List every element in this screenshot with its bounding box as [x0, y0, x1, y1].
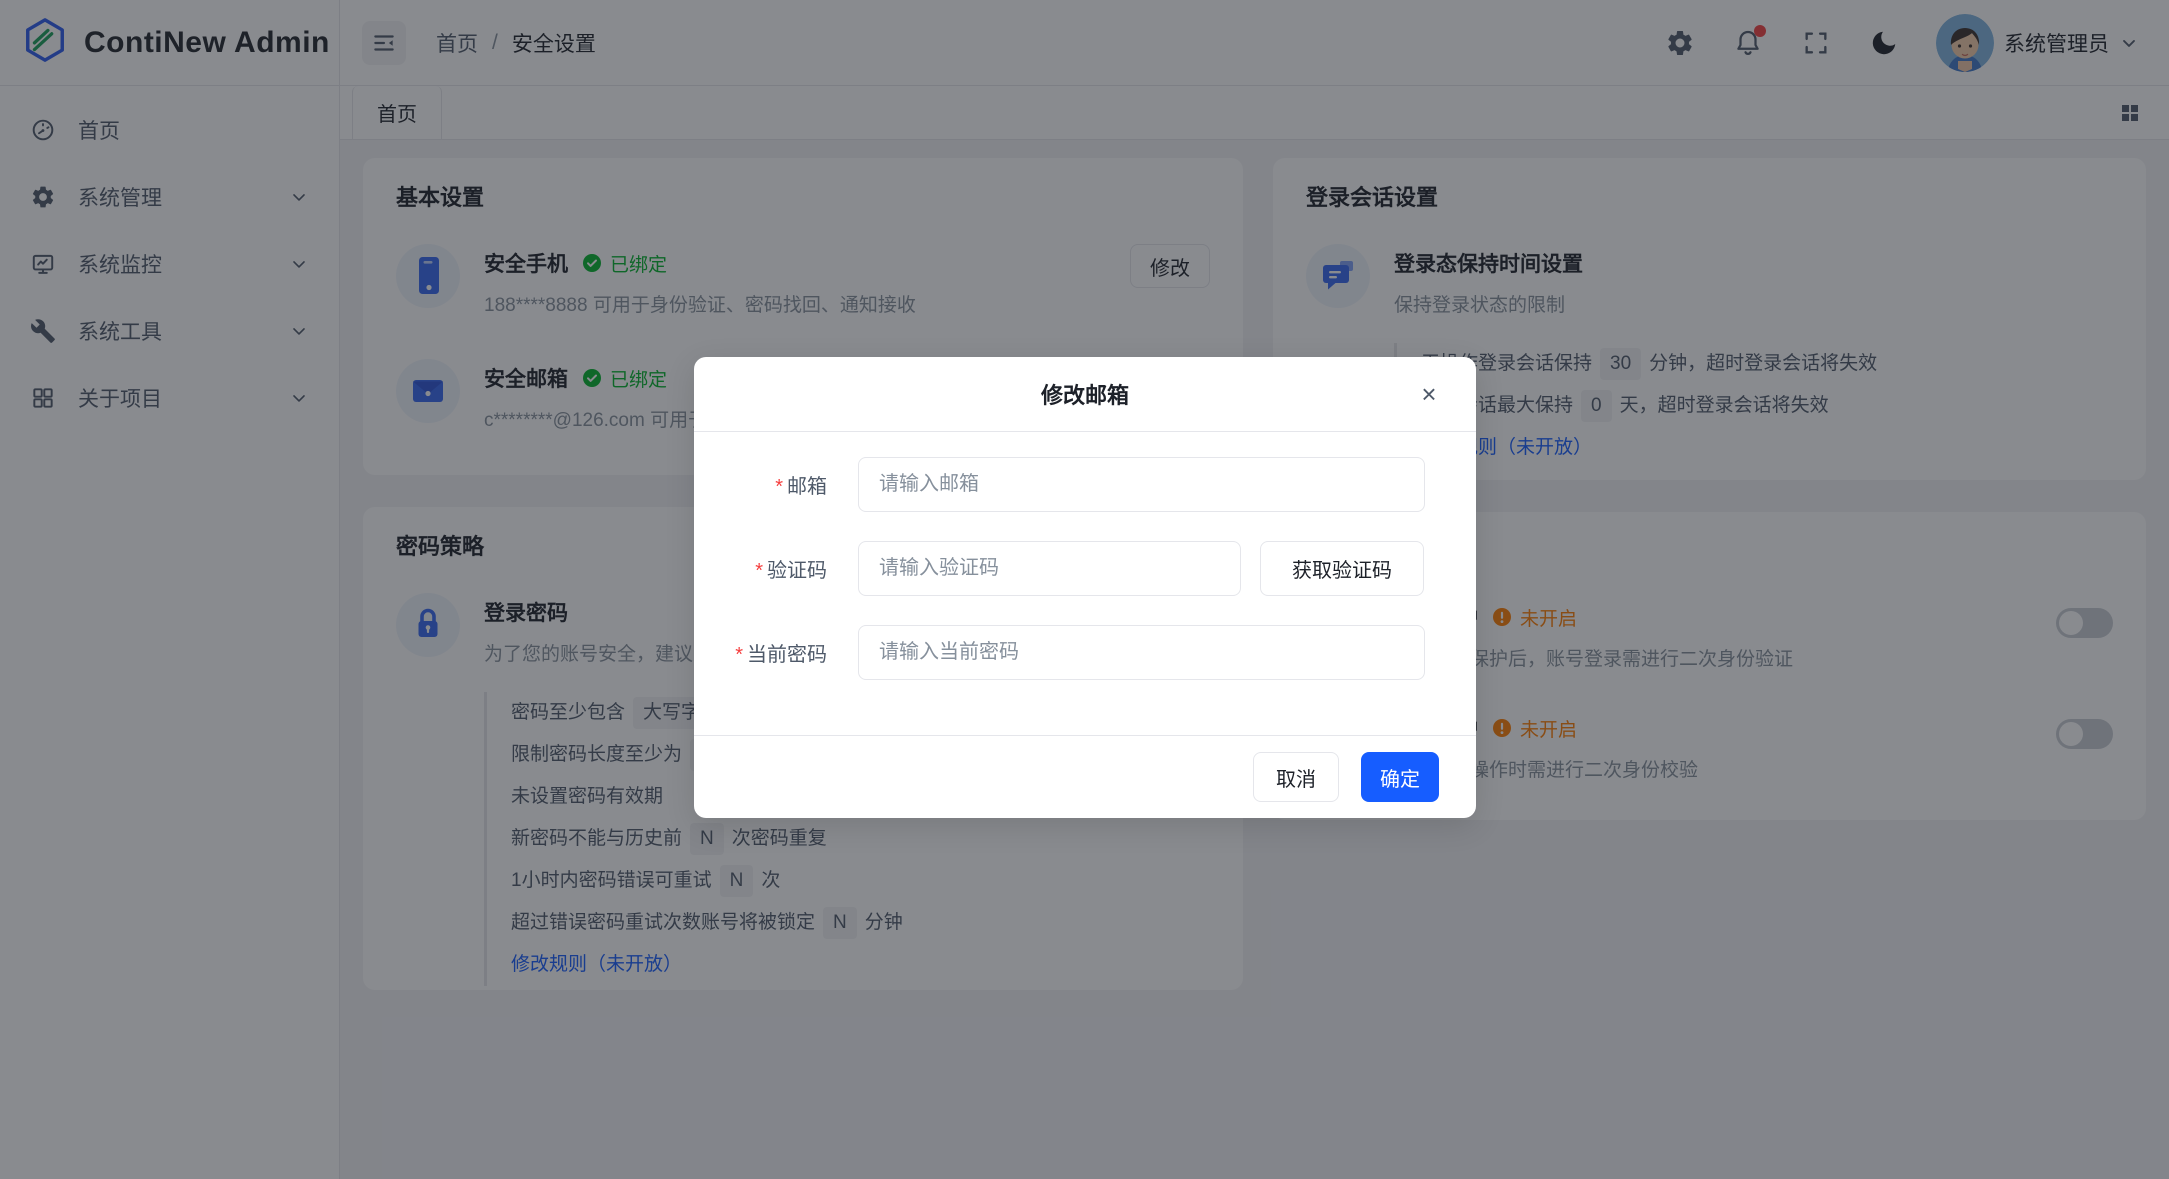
modal-body: *邮箱 *验证码 获取验证码 *当前密码 — [694, 432, 1476, 680]
cancel-button[interactable]: 取消 — [1253, 752, 1339, 802]
code-label: *验证码 — [694, 554, 858, 583]
email-field[interactable] — [858, 457, 1425, 512]
modal-title: 修改邮箱 — [1041, 378, 1129, 410]
modal-header: 修改邮箱 × — [694, 357, 1476, 432]
confirm-button[interactable]: 确定 — [1361, 752, 1439, 802]
current-password-field[interactable] — [858, 625, 1425, 680]
email-form-row: *邮箱 — [694, 457, 1438, 512]
modal-footer: 取消 确定 — [694, 735, 1476, 818]
current-password-label: *当前密码 — [694, 638, 858, 667]
code-form-row: *验证码 获取验证码 — [694, 541, 1438, 596]
close-icon[interactable]: × — [1412, 377, 1446, 411]
verification-code-field[interactable] — [858, 541, 1241, 596]
modify-email-modal: 修改邮箱 × *邮箱 *验证码 获取验证码 *当前密码 取消 确定 — [694, 357, 1476, 818]
get-code-button[interactable]: 获取验证码 — [1260, 541, 1424, 596]
password-form-row: *当前密码 — [694, 625, 1438, 680]
email-label: *邮箱 — [694, 470, 858, 499]
app-root: ContiNew Admin 首页 / 安全设置 — [0, 0, 2169, 1179]
